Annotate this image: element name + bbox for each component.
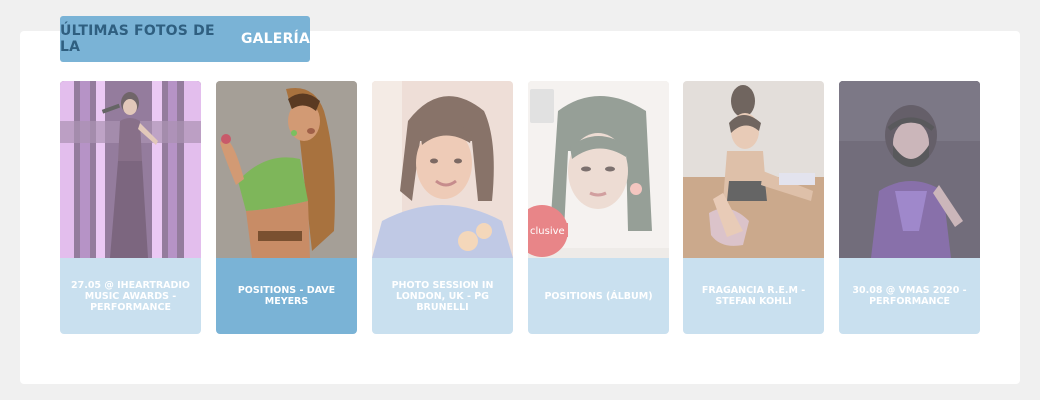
gallery-card[interactable]: 27.05 @ IHEARTRADIO MUSIC AWARDS - PERFO…	[60, 81, 201, 334]
photo-thumbnail[interactable]	[372, 81, 513, 258]
section-title-prefix: ÚLTIMAS FOTOS DE LA	[60, 23, 215, 55]
gallery-card[interactable]: FRAGANCIA R.E.M - STEFAN KOHLI	[683, 81, 824, 334]
gallery-card-caption[interactable]: 30.08 @ VMAS 2020 - PERFORMANCE	[839, 258, 980, 334]
gallery-card[interactable]: clusive POSITIONS (ÁLBUM)	[528, 81, 669, 334]
photo-thumbnail[interactable]	[60, 81, 201, 258]
gallery-card[interactable]: 30.08 @ VMAS 2020 - PERFORMANCE	[839, 81, 980, 334]
positions-video-image	[216, 81, 357, 258]
photo-thumbnail[interactable]	[839, 81, 980, 258]
gallery-card-caption[interactable]: POSITIONS - DAVE MEYERS	[216, 258, 357, 334]
photo-thumbnail[interactable]	[216, 81, 357, 258]
photo-gallery-grid: 27.05 @ IHEARTRADIO MUSIC AWARDS - PERFO…	[60, 81, 980, 334]
gallery-card-caption[interactable]: POSITIONS (ÁLBUM)	[528, 258, 669, 334]
photo-thumbnail[interactable]	[683, 81, 824, 258]
photo-thumbnail[interactable]: clusive	[528, 81, 669, 258]
section-title-suffix[interactable]: GALERÍA	[241, 31, 310, 47]
gallery-card[interactable]: POSITIONS - DAVE MEYERS	[216, 81, 357, 334]
section-title-tag: ÚLTIMAS FOTOS DE LA GALERÍA	[60, 16, 310, 62]
gallery-card[interactable]: PHOTO SESSION IN LONDON, UK - PG BRUNELL…	[372, 81, 513, 334]
gallery-card-caption[interactable]: FRAGANCIA R.E.M - STEFAN KOHLI	[683, 258, 824, 334]
gallery-card-caption[interactable]: 27.05 @ IHEARTRADIO MUSIC AWARDS - PERFO…	[60, 258, 201, 334]
gallery-card-caption[interactable]: PHOTO SESSION IN LONDON, UK - PG BRUNELL…	[372, 258, 513, 334]
